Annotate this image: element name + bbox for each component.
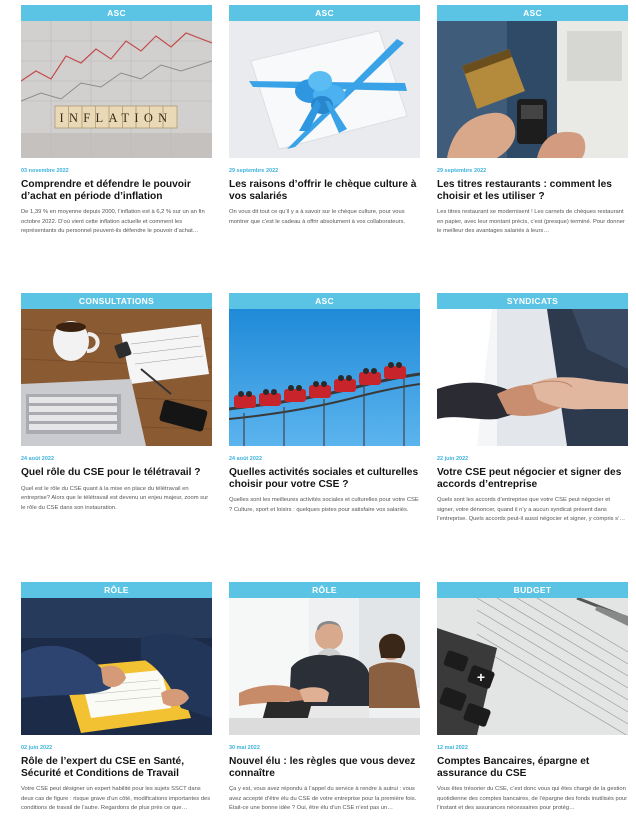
articles-grid: ASC INFLATION 03 novembre 2022 Comprendr… xyxy=(21,5,631,829)
article-card[interactable]: SYNDICATS 22 juin 2022 Votre CSE peut né… xyxy=(437,293,628,582)
article-image[interactable]: + xyxy=(437,598,628,735)
card-payment-photo-icon xyxy=(437,21,628,158)
article-excerpt: Les titres restaurant se modernisent ! L… xyxy=(437,209,625,235)
article-title[interactable]: Votre CSE peut négocier et signer des ac… xyxy=(437,467,628,490)
article-date: 29 septembre 2022 xyxy=(437,168,487,174)
category-badge[interactable]: SYNDICATS xyxy=(437,293,628,309)
article-image[interactable] xyxy=(229,598,420,735)
article-image[interactable] xyxy=(21,309,212,446)
article-image[interactable] xyxy=(437,309,628,446)
article-excerpt: Vous êtes trésorier du CSE, c’est donc v… xyxy=(437,786,628,812)
category-badge[interactable]: BUDGET xyxy=(437,582,628,598)
handshake-photo-icon xyxy=(437,309,628,446)
article-date: 24 août 2022 xyxy=(21,456,55,462)
article-title[interactable]: Comptes Bancaires, épargne et assurance … xyxy=(437,756,628,779)
article-image[interactable] xyxy=(437,21,628,158)
article-excerpt: Votre CSE peut désigner un expert habili… xyxy=(21,786,211,812)
article-image[interactable] xyxy=(21,598,212,735)
article-title[interactable]: Les titres restaurants : comment les cho… xyxy=(437,179,628,202)
article-date: 03 novembre 2022 xyxy=(21,168,69,174)
meeting-handshake-photo-icon xyxy=(229,598,420,735)
roller-coaster-photo-icon xyxy=(229,309,420,446)
article-excerpt: De 1,39 % en moyenne depuis 2000, l’infl… xyxy=(21,209,205,235)
article-card[interactable]: ASC 29 septembre 2022 Les raisons d’offr… xyxy=(229,5,420,293)
category-badge[interactable]: CONSULTATIONS xyxy=(21,293,212,309)
article-excerpt: Quels sont les accords d’entreprise que … xyxy=(437,497,626,523)
article-title[interactable]: Nouvel élu : les règles que vous devez c… xyxy=(229,756,420,779)
category-badge[interactable]: RÔLE xyxy=(229,582,420,598)
category-badge[interactable]: RÔLE xyxy=(21,582,212,598)
article-card[interactable]: ASC xyxy=(21,5,212,293)
article-card[interactable]: RÔLE 02 juin 2022 Rôle de l’expert du CS… xyxy=(21,582,212,829)
article-card[interactable]: CONSULTATIONS 24 août 2022 Quel rôle du … xyxy=(21,293,212,582)
svg-text:INFLATION: INFLATION xyxy=(60,111,173,125)
svg-text:+: + xyxy=(477,669,485,685)
article-card[interactable]: RÔLE 30 mai 2022 Nouvel élu : les règles… xyxy=(229,582,420,829)
category-badge[interactable]: ASC xyxy=(229,5,420,21)
inflation-photo-icon: INFLATION xyxy=(21,21,212,158)
article-card[interactable]: ASC 29 septembre 2022 Les titres restaur… xyxy=(437,5,628,293)
article-excerpt: Quelles sont les meilleures activités so… xyxy=(229,497,419,513)
article-date: 12 mai 2022 xyxy=(437,745,468,751)
laptop-desk-photo-icon xyxy=(21,309,212,446)
article-card[interactable]: BUDGET + 12 mai 2022 Comptes Bancaires, … xyxy=(437,582,628,829)
gift-card-photo-icon xyxy=(229,21,420,158)
article-date: 22 juin 2022 xyxy=(437,456,469,462)
article-excerpt: Quel est le rôle du CSE quant à la mise … xyxy=(21,485,209,511)
category-badge[interactable]: ASC xyxy=(437,5,628,21)
category-badge[interactable]: ASC xyxy=(229,293,420,309)
article-title[interactable]: Quel rôle du CSE pour le télétravail ? xyxy=(21,467,212,479)
calculator-photo-icon: + xyxy=(437,598,628,735)
article-image[interactable] xyxy=(229,309,420,446)
article-date: 30 mai 2022 xyxy=(229,745,260,751)
article-date: 24 août 2022 xyxy=(229,456,263,462)
article-image[interactable]: INFLATION xyxy=(21,21,212,158)
article-excerpt: On vous dit tout ce qu’il y a à savoir s… xyxy=(229,209,406,225)
documents-photo-icon xyxy=(21,598,212,735)
article-card[interactable]: ASC xyxy=(229,293,420,582)
category-badge[interactable]: ASC xyxy=(21,5,212,21)
article-image[interactable] xyxy=(229,21,420,158)
article-date: 02 juin 2022 xyxy=(21,745,53,751)
article-title[interactable]: Quelles activités sociales et culturelle… xyxy=(229,467,420,490)
article-excerpt: Ça y est, vous avez répondu à l’appel du… xyxy=(229,786,417,812)
article-title[interactable]: Rôle de l’expert du CSE en Santé, Sécuri… xyxy=(21,756,212,779)
article-title[interactable]: Comprendre et défendre le pouvoir d’acha… xyxy=(21,179,212,202)
article-title[interactable]: Les raisons d’offrir le chèque culture à… xyxy=(229,179,420,202)
article-date: 29 septembre 2022 xyxy=(229,168,279,174)
